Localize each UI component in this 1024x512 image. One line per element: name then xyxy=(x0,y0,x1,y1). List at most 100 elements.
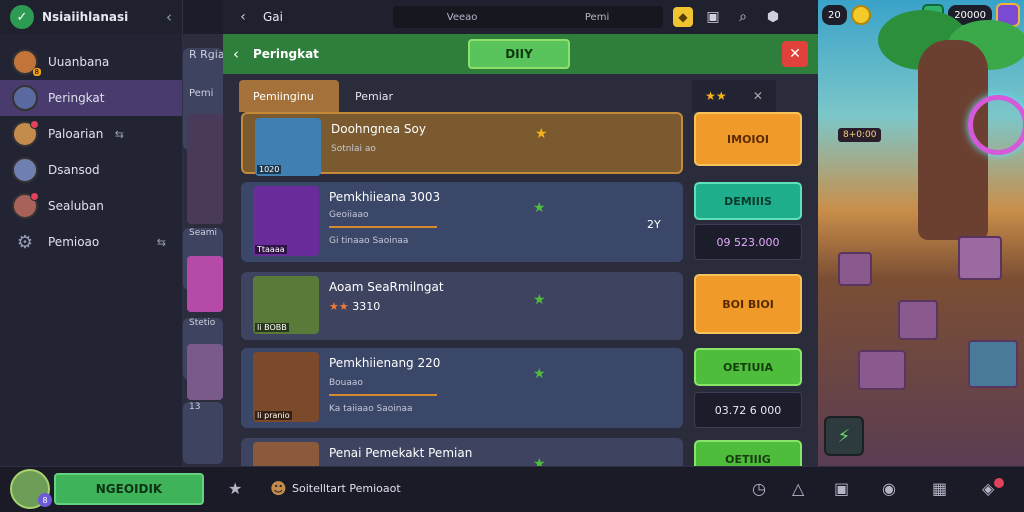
avatar xyxy=(12,120,39,147)
search-bar[interactable]: Veeao Pemi xyxy=(393,6,663,28)
row-score: 3310 xyxy=(352,300,381,313)
row-action-button[interactable]: IMOIOI xyxy=(694,112,802,166)
row-subtitle: ★★ 3310 xyxy=(329,300,381,313)
sidebar-item-paloarian[interactable]: Paloarian ⇆ xyxy=(0,116,182,152)
strip-label: 13 xyxy=(183,402,223,464)
row-subtitle: Sotnlai ao xyxy=(331,144,376,154)
search-icon[interactable]: ⌕ xyxy=(733,9,753,25)
tab-pemiar[interactable]: Pemiar xyxy=(341,80,407,112)
search-right-text: Pemi xyxy=(584,11,610,23)
sidebar-item-label: Sealuban xyxy=(48,199,104,213)
clock-icon[interactable]: ◷ xyxy=(752,479,766,498)
lightning-action-button[interactable]: ⚡ xyxy=(824,416,864,456)
gear-icon: ⚙ xyxy=(16,231,34,253)
sidebar: ✓ Nsiaiihlanasi ‹ 8 Uuanbana Peringkat P… xyxy=(0,0,183,466)
row-title: Doohngnea Soy xyxy=(331,122,426,136)
primary-action-button[interactable]: NGEOIDIK xyxy=(54,473,204,505)
strip-thumbnail xyxy=(187,114,223,224)
sidebar-item-label: Pemioao xyxy=(48,235,100,249)
avatar xyxy=(12,192,39,219)
tab-pemiinginu[interactable]: Pemiinginu xyxy=(239,80,339,112)
star-icon[interactable]: ★ xyxy=(228,479,242,498)
chat-logo-icon: ✓ xyxy=(10,5,34,29)
progress-bar xyxy=(329,226,437,228)
coin-icon[interactable]: ◆ xyxy=(673,7,693,27)
chat-icon[interactable]: ◉ xyxy=(882,479,896,498)
back-arrow-icon[interactable]: ‹ xyxy=(233,9,253,25)
star-icon: ★ xyxy=(535,126,548,142)
list-item[interactable]: Ii pranio Pemkhiienang 220 Bouaao Ka tai… xyxy=(241,348,683,428)
star-icon: ★★ xyxy=(705,89,727,103)
sidebar-item-settings[interactable]: ⚙ Pemioao ⇆ xyxy=(0,224,182,260)
stars-filter[interactable]: ★★ ✕ xyxy=(692,80,776,112)
game-block xyxy=(838,252,872,286)
row-title: Pemkhiieana 3003 xyxy=(329,190,441,204)
scene-label: 8+0:00 xyxy=(838,128,882,142)
notifications-icon[interactable]: ◈ xyxy=(982,479,994,498)
leaderboard-modal: ‹ Peringkat DIIY ✕ Pemiinginu Pemiar ★★ … xyxy=(223,34,818,466)
close-icon[interactable]: ✕ xyxy=(753,89,763,103)
game-block xyxy=(958,236,1002,280)
game-thumbnail: Ttaaaa xyxy=(253,186,319,256)
avatar: 8 xyxy=(12,49,41,76)
header-pill-button[interactable]: DIIY xyxy=(468,39,570,69)
modal-title: Peringkat xyxy=(253,47,319,61)
inbox-icon[interactable]: ▣ xyxy=(834,479,849,498)
row-action-button[interactable]: OETIIIG xyxy=(694,440,802,466)
gamepad-icon[interactable]: ▦ xyxy=(932,479,947,498)
row-subtitle: Geoiiaao xyxy=(329,210,369,220)
notification-dot xyxy=(994,478,1004,488)
sidebar-item-label: Dsansod xyxy=(48,163,100,177)
avatar xyxy=(12,85,38,111)
sidebar-list: 8 Uuanbana Peringkat Paloarian ⇆ Dsansod… xyxy=(0,34,182,260)
sidebar-item-label: Paloarian xyxy=(48,127,104,141)
sidebar-item-uuanbana[interactable]: 8 Uuanbana xyxy=(0,44,182,80)
top-bar: ‹ Gai Veeao Pemi ◆ ▣ ⌕ ⬢ xyxy=(223,0,818,34)
list-item[interactable]: Ttaaaa Pemkhiieana 3003 Geoiiaao Gi tina… xyxy=(241,182,683,262)
app-title: Nsiaiihlanasi xyxy=(42,10,129,24)
strip-thumbnail xyxy=(187,256,223,312)
back-arrow-icon[interactable]: ‹ xyxy=(233,45,253,63)
game-block xyxy=(968,340,1018,388)
gold-coin-icon xyxy=(850,5,871,25)
star-icon: ★ xyxy=(533,200,546,216)
avatar xyxy=(12,157,38,183)
ranking-list: 1020 Doohngnea Soy Sotnlai ao ★ IMOIOI T… xyxy=(223,110,818,466)
star-icon: ★ xyxy=(533,366,546,382)
bell-icon[interactable]: △ xyxy=(792,479,804,498)
app-root: ✓ Nsiaiihlanasi ‹ 8 Uuanbana Peringkat P… xyxy=(0,0,1024,512)
user-icon: ☻ xyxy=(270,479,287,498)
row-extra: 2Y xyxy=(647,218,661,231)
list-item[interactable]: Penai Pemekakt Pemian ★ xyxy=(241,438,683,466)
portal-ring xyxy=(968,95,1024,155)
sidebar-item-sealuban[interactable]: Sealuban xyxy=(0,188,182,224)
row-title: Aoam SeaRmilngat xyxy=(329,280,444,294)
collapse-sidebar-icon[interactable]: ‹ xyxy=(166,8,172,26)
avatar-badge: 8 xyxy=(38,493,52,507)
sidebar-item-peringkat[interactable]: Peringkat xyxy=(0,80,182,116)
bottom-bar: 8 NGEOIDIK ★ ☻ Soitelltart Pemioaot ◷ △ … xyxy=(0,466,1024,512)
game-thumbnail: Ii pranio xyxy=(253,352,319,422)
row-price: 09 523.000 xyxy=(694,224,802,260)
row-action-button[interactable]: OETIUIA xyxy=(694,348,802,386)
settings-icon[interactable]: ⬢ xyxy=(763,9,783,25)
top-bar-title: Gai xyxy=(263,10,283,24)
progress-bar xyxy=(329,394,437,396)
game-thumbnail: 1020 xyxy=(255,118,321,176)
list-item[interactable]: 1020 Doohngnea Soy Sotnlai ao ★ xyxy=(241,112,683,176)
star-icon: ★ xyxy=(533,292,546,308)
close-button[interactable]: ✕ xyxy=(782,41,808,67)
row-action-button[interactable]: BOI BIOI xyxy=(694,274,802,334)
user-avatar[interactable]: 8 xyxy=(10,469,52,509)
background-page-strip: R Rgiak Pemi Seami Stetio 13 xyxy=(183,34,223,466)
gamepad-icon[interactable]: ▣ xyxy=(703,9,723,25)
game-thumbnail: Ii BOBB xyxy=(253,276,319,334)
row-action-button[interactable]: DEMIIIS xyxy=(694,182,802,220)
row-meta: Ka taiiaao Saoinaa xyxy=(329,404,413,414)
sidebar-item-dsansod[interactable]: Dsansod xyxy=(0,152,182,188)
list-item[interactable]: Ii BOBB Aoam SeaRmilngat ★★ 3310 ★ xyxy=(241,272,683,340)
level-badge: 8 xyxy=(32,68,41,76)
star-icon: ★ xyxy=(533,456,546,466)
game-block xyxy=(858,350,906,390)
thumbnail-caption: Ttaaaa xyxy=(255,245,287,254)
